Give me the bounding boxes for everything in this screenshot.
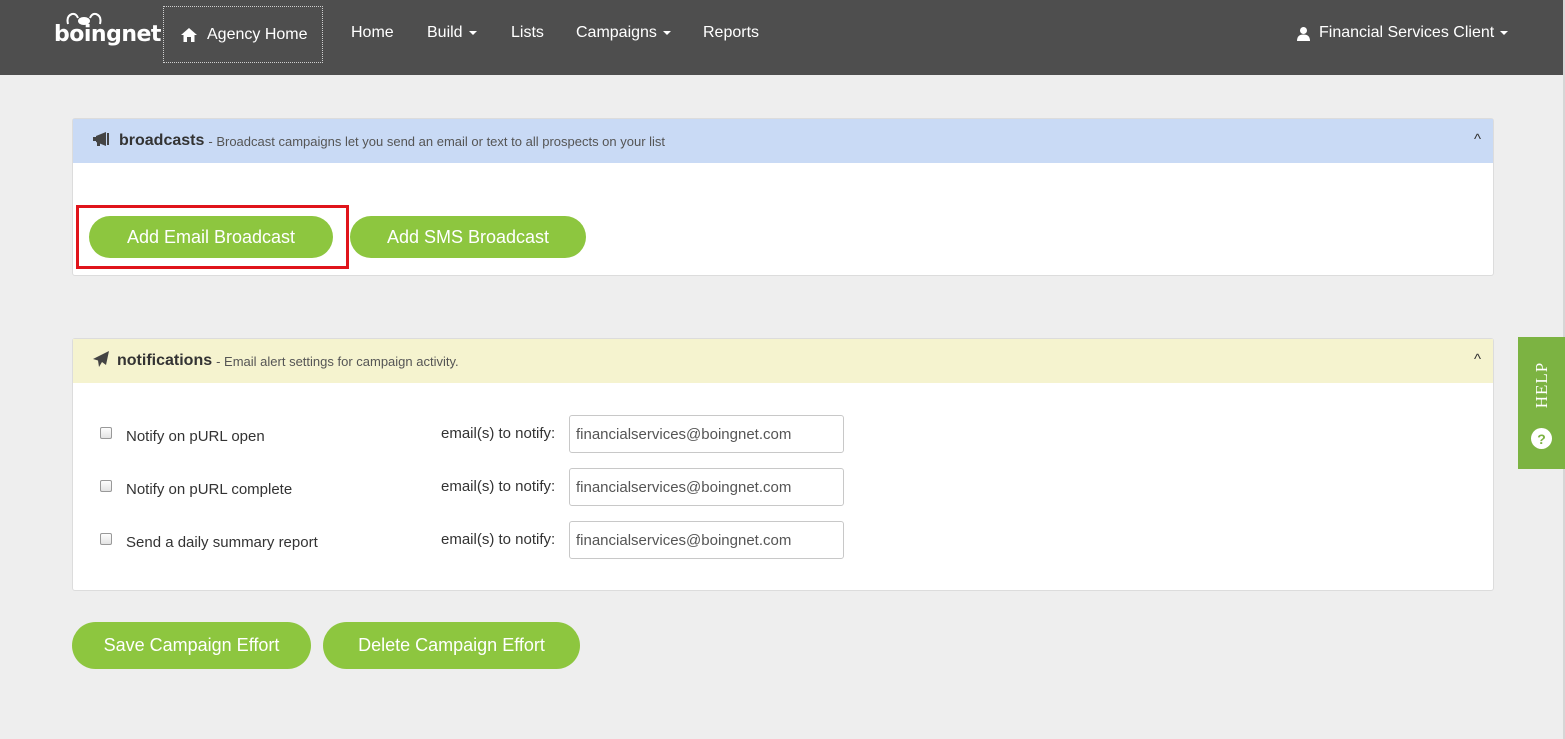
broadcasts-title: broadcasts	[119, 132, 205, 149]
notify-purl-open-checkbox[interactable]	[100, 427, 112, 439]
save-campaign-effort-button[interactable]: Save Campaign Effort	[72, 622, 311, 669]
user-name: Financial Services Client	[1319, 24, 1495, 41]
question-icon: ?	[1531, 428, 1552, 449]
daily-summary-label: Send a daily summary report	[126, 534, 318, 551]
broadcasts-description: - Broadcast campaigns let you send an em…	[208, 133, 666, 149]
nav-campaigns-label: Campaigns	[576, 24, 657, 41]
broadcasts-header[interactable]: broadcasts - Broadcast campaigns let you…	[73, 119, 1493, 163]
user-icon	[1296, 26, 1311, 41]
caret-down-icon	[662, 30, 671, 35]
logo-text: boingnet	[54, 22, 161, 47]
paper-plane-icon	[93, 350, 109, 372]
agency-home-label: Agency Home	[207, 25, 308, 43]
nav-lists[interactable]: Lists	[511, 24, 544, 42]
boingnet-logo[interactable]: boingnet	[54, 12, 161, 52]
email-notify-label: email(s) to notify:	[441, 478, 556, 495]
caret-down-icon	[1500, 31, 1509, 35]
delete-campaign-effort-button[interactable]: Delete Campaign Effort	[323, 622, 580, 669]
nav-build[interactable]: Build	[427, 24, 477, 42]
user-menu[interactable]: Financial Services Client	[1296, 24, 1509, 42]
nav-campaigns[interactable]: Campaigns	[576, 24, 671, 42]
help-tab[interactable]: HELP ?	[1518, 337, 1565, 469]
notify-purl-complete-email-input[interactable]	[569, 468, 844, 506]
notify-purl-complete-label: Notify on pURL complete	[126, 481, 293, 498]
daily-summary-email-input[interactable]	[569, 521, 844, 559]
nav-build-label: Build	[427, 24, 463, 41]
agency-home-link[interactable]: Agency Home	[163, 6, 323, 63]
collapse-caret-icon[interactable]: ^	[1474, 351, 1481, 368]
home-icon	[180, 27, 198, 43]
notify-purl-open-row: Notify on pURL open email(s) to notify:	[100, 415, 860, 453]
email-notify-label: email(s) to notify:	[441, 531, 556, 548]
notify-purl-open-label: Notify on pURL open	[126, 428, 265, 445]
notifications-header[interactable]: notifications - Email alert settings for…	[73, 339, 1493, 383]
megaphone-icon	[93, 131, 111, 151]
notify-purl-open-email-input[interactable]	[569, 415, 844, 453]
daily-summary-checkbox[interactable]	[100, 533, 112, 545]
email-notify-label: email(s) to notify:	[441, 425, 556, 442]
add-sms-broadcast-button[interactable]: Add SMS Broadcast	[350, 216, 586, 258]
daily-summary-row: Send a daily summary report email(s) to …	[100, 521, 860, 559]
add-email-broadcast-button[interactable]: Add Email Broadcast	[89, 216, 333, 258]
collapse-caret-icon[interactable]: ^	[1474, 131, 1481, 148]
nav-reports[interactable]: Reports	[703, 24, 759, 42]
notify-purl-complete-checkbox[interactable]	[100, 480, 112, 492]
top-navbar: boingnet Agency Home Home Build Lists Ca…	[0, 0, 1565, 75]
notifications-title: notifications	[117, 352, 213, 369]
help-label: HELP	[1531, 361, 1551, 409]
nav-home[interactable]: Home	[351, 24, 394, 42]
caret-down-icon	[468, 30, 477, 35]
notifications-description: - Email alert settings for campaign acti…	[216, 353, 459, 369]
notify-purl-complete-row: Notify on pURL complete email(s) to noti…	[100, 468, 860, 506]
